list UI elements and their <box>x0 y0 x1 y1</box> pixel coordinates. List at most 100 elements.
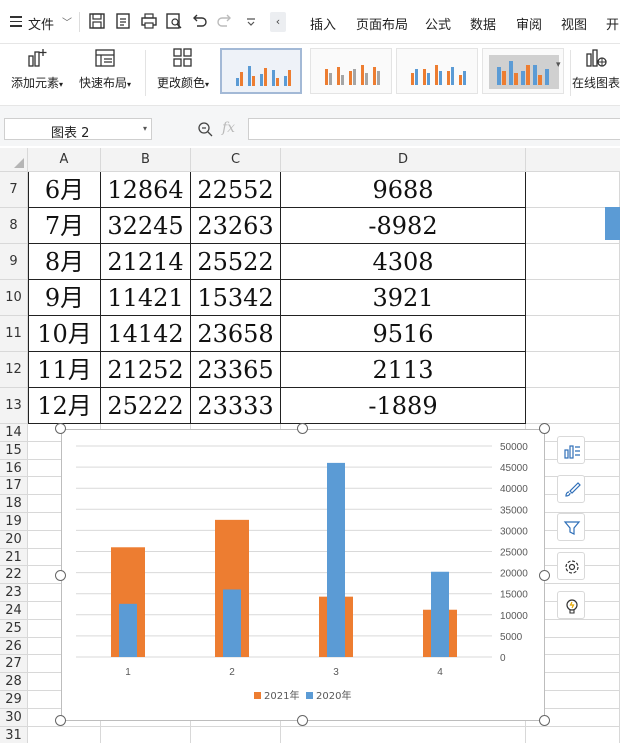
cell[interactable]: 4308 <box>281 244 526 280</box>
cell[interactable]: 10月 <box>28 316 101 352</box>
resize-handle[interactable] <box>55 570 66 581</box>
row-header[interactable]: 12 <box>0 352 28 388</box>
cell[interactable] <box>526 316 620 352</box>
save-icon[interactable] <box>88 12 106 30</box>
row-header[interactable]: 22 <box>0 566 28 585</box>
row-header[interactable]: 8 <box>0 208 28 244</box>
cell[interactable]: -8982 <box>281 208 526 244</box>
chart-elements-button[interactable] <box>557 436 585 464</box>
menu-icon[interactable] <box>10 16 22 27</box>
row-header[interactable]: 20 <box>0 530 28 549</box>
change-color-button[interactable]: 更改颜色▾ <box>154 46 212 91</box>
row-header[interactable]: 11 <box>0 316 28 352</box>
tab-formula[interactable]: 公式 <box>425 14 451 33</box>
add-element-button[interactable]: 添加元素▾ <box>8 46 66 91</box>
row-header[interactable]: 7 <box>0 172 28 208</box>
row-header[interactable]: 31 <box>0 726 28 743</box>
cell[interactable]: 9月 <box>28 280 101 316</box>
cell[interactable]: 2113 <box>281 352 526 388</box>
row-header[interactable]: 10 <box>0 280 28 316</box>
redo-icon[interactable] <box>216 12 234 30</box>
name-box[interactable]: 图表 2 ▾ <box>4 118 152 141</box>
chart-area[interactable]: 0 5000 10000 15000 20000 25000 30000 35000 40000… <box>61 429 545 721</box>
row-header[interactable]: 15 <box>0 441 28 460</box>
resize-handle[interactable] <box>539 423 550 434</box>
print-preview-icon[interactable] <box>165 12 183 30</box>
cell[interactable]: 7月 <box>28 208 101 244</box>
undo-icon[interactable] <box>190 12 208 30</box>
resize-handle[interactable] <box>539 715 550 726</box>
cell[interactable]: 23333 <box>191 388 281 424</box>
chart-style-1[interactable] <box>220 48 302 94</box>
cell[interactable] <box>526 726 620 743</box>
cell[interactable]: 8月 <box>28 244 101 280</box>
formula-input[interactable] <box>248 118 620 140</box>
file-menu[interactable]: 文件 <box>28 14 54 33</box>
row-header[interactable]: 21 <box>0 548 28 567</box>
cell[interactable]: 11月 <box>28 352 101 388</box>
cell[interactable] <box>526 388 620 424</box>
cell[interactable] <box>191 726 281 743</box>
cell[interactable]: 6月 <box>28 172 101 208</box>
gallery-more-icon[interactable]: ▾ <box>556 60 561 70</box>
resize-handle[interactable] <box>297 423 308 434</box>
resize-handle[interactable] <box>55 423 66 434</box>
chart-style-3[interactable] <box>396 48 478 94</box>
cell[interactable]: 25522 <box>191 244 281 280</box>
chart-filter-button[interactable] <box>557 513 585 541</box>
quick-layout-button[interactable]: 快速布局▾ <box>76 46 134 91</box>
cell[interactable]: 12864 <box>101 172 191 208</box>
cell[interactable] <box>101 726 191 743</box>
row-header[interactable]: 18 <box>0 495 28 513</box>
fx-icon[interactable]: fx <box>222 120 235 136</box>
cell[interactable]: 11421 <box>101 280 191 316</box>
resize-handle[interactable] <box>297 715 308 726</box>
column-header-e[interactable] <box>526 148 620 172</box>
customize-icon[interactable] <box>242 12 260 30</box>
cell[interactable] <box>526 244 620 280</box>
row-header[interactable]: 16 <box>0 459 28 478</box>
tab-page-layout[interactable]: 页面布局 <box>356 14 408 33</box>
cell[interactable]: 21252 <box>101 352 191 388</box>
cell[interactable] <box>281 726 526 743</box>
select-all-corner[interactable] <box>0 148 28 172</box>
chevron-down-icon[interactable]: ▾ <box>143 124 147 133</box>
row-header[interactable]: 13 <box>0 388 28 424</box>
chevron-down-icon[interactable]: ﹀ <box>62 14 72 29</box>
chart-settings-button[interactable] <box>557 552 585 580</box>
tab-view[interactable]: 视图 <box>561 14 587 33</box>
cell[interactable]: 21214 <box>101 244 191 280</box>
online-chart-button[interactable]: 在线图表 <box>572 46 620 91</box>
cell[interactable]: 9688 <box>281 172 526 208</box>
cell[interactable] <box>526 172 620 208</box>
tab-review[interactable]: 审阅 <box>516 14 542 33</box>
row-header[interactable]: 28 <box>0 673 28 691</box>
row-header[interactable]: 25 <box>0 619 28 638</box>
row-header[interactable]: 29 <box>0 691 28 709</box>
chart-style-4[interactable] <box>482 48 564 94</box>
tab-dev[interactable]: 开 <box>606 14 619 33</box>
resize-handle[interactable] <box>539 570 550 581</box>
row-header[interactable]: 27 <box>0 655 28 674</box>
row-header[interactable]: 24 <box>0 602 28 620</box>
cell[interactable]: -1889 <box>281 388 526 424</box>
cell[interactable]: 3921 <box>281 280 526 316</box>
column-header-a[interactable]: A <box>28 148 101 172</box>
row-header[interactable]: 30 <box>0 708 28 727</box>
row-header[interactable]: 14 <box>0 424 28 442</box>
print-icon[interactable] <box>140 12 158 30</box>
cell[interactable]: 22552 <box>191 172 281 208</box>
row-header[interactable]: 17 <box>0 477 28 496</box>
chart-ideas-button[interactable] <box>557 591 585 619</box>
row-header[interactable]: 19 <box>0 513 28 531</box>
cell[interactable]: 9516 <box>281 316 526 352</box>
chart-style-2[interactable] <box>310 48 392 94</box>
column-header-c[interactable]: C <box>191 148 281 172</box>
cell[interactable] <box>28 726 101 743</box>
tab-data[interactable]: 数据 <box>470 14 496 33</box>
cell[interactable]: 25222 <box>101 388 191 424</box>
cell[interactable]: 23365 <box>191 352 281 388</box>
row-header[interactable]: 26 <box>0 637 28 656</box>
chevron-left-icon[interactable]: ‹ <box>270 12 286 32</box>
column-header-d[interactable]: D <box>281 148 526 172</box>
